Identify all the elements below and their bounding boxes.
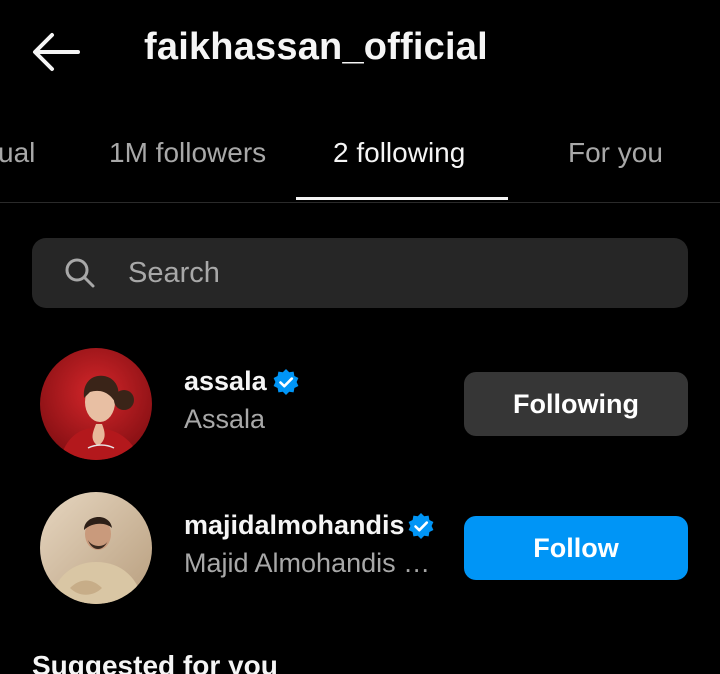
tab-bar: ual 1M followers 2 following For you — [0, 125, 720, 203]
verified-badge-icon — [271, 368, 301, 398]
avatar[interactable] — [40, 348, 152, 460]
follow-button[interactable]: Follow — [464, 516, 688, 580]
tab-mutual[interactable]: ual — [0, 137, 35, 169]
username[interactable]: majidalmohandis — [184, 510, 405, 541]
following-button[interactable]: Following — [464, 372, 688, 436]
top-bar: faikhassan_official — [0, 0, 720, 100]
search-icon — [64, 257, 96, 289]
suggested-section-title: Suggested for you — [32, 650, 278, 674]
page-title: faikhassan_official — [144, 26, 488, 68]
account-row[interactable]: assala Assala Following — [0, 348, 720, 468]
tab-following[interactable]: 2 following — [333, 137, 465, 169]
full-name: Majid Almohandis Majid Almohandis — [184, 548, 436, 578]
username[interactable]: assala — [184, 366, 267, 397]
search-input[interactable] — [128, 238, 648, 308]
active-tab-indicator — [296, 197, 508, 200]
tab-for-you[interactable]: For you — [568, 137, 663, 169]
account-row[interactable]: majidalmohandis Majid Almohandis Majid A… — [0, 492, 720, 612]
verified-badge-icon — [406, 512, 436, 542]
tab-followers[interactable]: 1M followers — [109, 137, 266, 169]
full-name: Assala — [184, 404, 266, 434]
back-arrow-icon[interactable] — [30, 30, 82, 74]
search-bar[interactable] — [32, 238, 688, 308]
avatar[interactable] — [40, 492, 152, 604]
